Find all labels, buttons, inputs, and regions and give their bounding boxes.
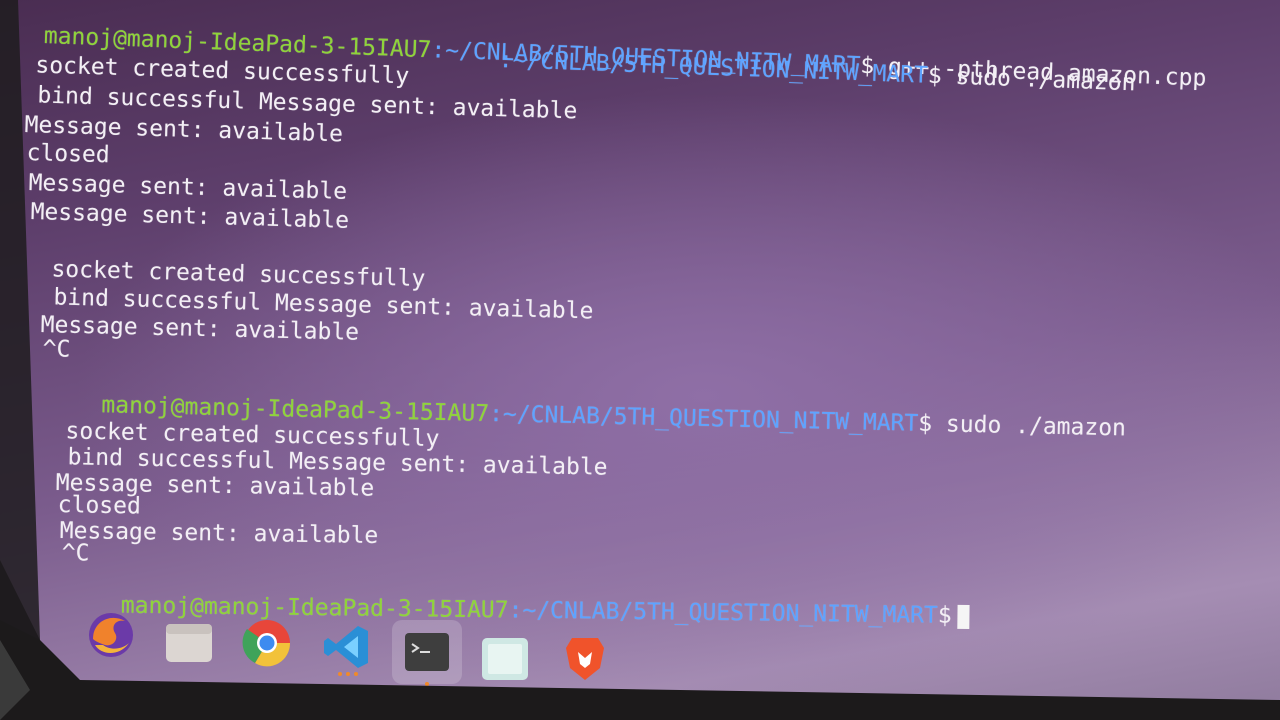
output-line: ^C: [42, 336, 71, 363]
text-editor-icon[interactable]: [478, 632, 532, 686]
files-icon[interactable]: [162, 616, 216, 670]
brave-icon[interactable]: [558, 632, 612, 686]
terminal-cursor: [957, 604, 970, 629]
running-indicator: [346, 672, 350, 676]
dock: [70, 602, 630, 692]
prompt-path: :~/CNLAB/5TH_QUESTION_NITW_MART: [498, 47, 929, 89]
terminal-icon[interactable]: [392, 620, 462, 684]
vscode-icon[interactable]: [320, 620, 374, 674]
running-indicator: [354, 672, 358, 676]
terminal-window[interactable]: manoj@manoj-IdeaPad-3-15IAU7:~/CNLAB/5TH…: [0, 0, 1280, 640]
output-line: Message sent: available: [59, 518, 379, 549]
prompt-command: $: [937, 602, 952, 629]
prompt-command: $ sudo ./amazon: [927, 62, 1136, 97]
output-line: closed: [26, 140, 111, 169]
running-indicator: [425, 682, 429, 686]
running-indicator: [338, 672, 342, 676]
output-line: ^C: [61, 540, 90, 567]
output-line: closed: [57, 492, 142, 520]
prompt-path: :~/CNLAB/5TH_QUESTION_NITW_MART: [488, 401, 919, 437]
firefox-icon[interactable]: [84, 608, 138, 662]
chrome-icon[interactable]: [240, 616, 294, 670]
prompt-command: $ sudo ./amazon: [917, 410, 1127, 442]
